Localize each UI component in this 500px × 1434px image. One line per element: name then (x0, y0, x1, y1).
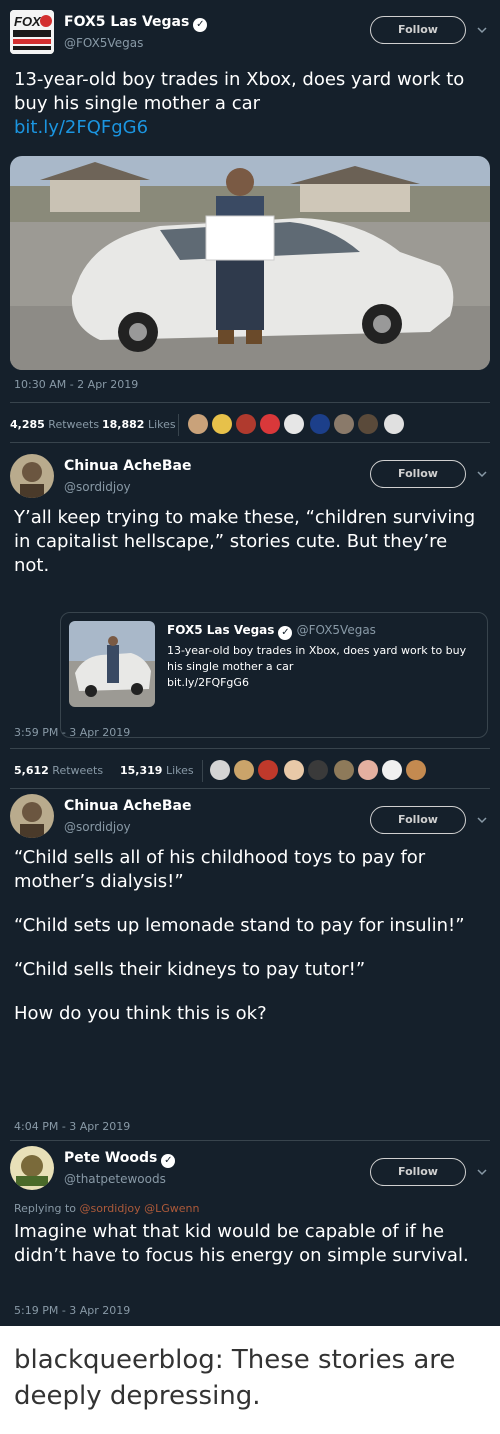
chevron-down-icon[interactable] (476, 814, 490, 828)
follow-button[interactable]: Follow (370, 1158, 466, 1186)
tweet-text: “Child sells all of his childhood toys t… (14, 846, 488, 1026)
avatar[interactable] (210, 760, 230, 780)
quoted-author: FOX5 Las Vegas ✓ @FOX5Vegas (167, 623, 376, 640)
tweet-pete-woods: Pete Woods ✓ @thatpetewoods Follow Replyi… (0, 1146, 500, 1317)
profile-photo-icon (10, 1146, 54, 1190)
tweet-timestamp[interactable]: 4:04 PM - 3 Apr 2019 (14, 1120, 130, 1133)
username[interactable]: @sordidjoy (64, 480, 131, 494)
svg-text:FOX: FOX (14, 14, 42, 29)
tweet-fox5: FOX FOX5 Las Vegas ✓ @FOX5Vegas Follow 13… (0, 10, 500, 440)
display-name[interactable]: Chinua AcheBae (64, 458, 192, 474)
avatar[interactable] (308, 760, 328, 780)
divider (202, 760, 203, 782)
retweet-count[interactable]: 5,612 Retweets (14, 764, 103, 777)
avatar[interactable] (384, 414, 404, 434)
username[interactable]: @FOX5Vegas (64, 36, 143, 50)
tweet-stats: 4,285 Retweets 18,882 Likes (10, 414, 490, 438)
tweet-stats: 5,612 Retweets 15,319 Likes (10, 760, 490, 784)
tweet-text: 13-year-old boy trades in Xbox, does yar… (14, 69, 465, 138)
tweet-header: Chinua AcheBae @sordidjoy Follow (10, 454, 490, 504)
quoted-text: 13-year-old boy trades in Xbox, does yar… (167, 644, 467, 689)
avatar[interactable] (258, 760, 278, 780)
chevron-down-icon[interactable] (476, 468, 490, 482)
avatar[interactable] (358, 414, 378, 434)
tweet-header: Chinua AcheBae @sordidjoy Follow (10, 794, 490, 844)
avatar[interactable] (188, 414, 208, 434)
liker-avatars (188, 414, 488, 436)
avatar[interactable] (10, 794, 54, 838)
reply-mentions[interactable]: @sordidjoy @LGwenn (80, 1202, 200, 1215)
display-name[interactable]: Chinua AcheBae (64, 798, 192, 814)
retweet-count[interactable]: 4,285 Retweets (10, 418, 99, 431)
tweet-paragraph: “Child sells their kidneys to pay tutor!… (14, 959, 366, 980)
tweet-link[interactable]: bit.ly/2FQFgG6 (14, 117, 148, 138)
fox5-logo-icon: FOX (10, 10, 54, 54)
avatar[interactable] (358, 760, 378, 780)
tweet-chinua-1: Chinua AcheBae @sordidjoy Follow Y’all k… (0, 454, 500, 754)
tweet-text: Y’all keep trying to make these, “childr… (14, 507, 476, 576)
like-count[interactable]: 18,882 Likes (102, 418, 176, 431)
tweet-timestamp[interactable]: 3:59 PM - 3 Apr 2019 (14, 726, 130, 739)
avatar[interactable] (284, 760, 304, 780)
avatar[interactable] (10, 1146, 54, 1190)
follow-button[interactable]: Follow (370, 16, 466, 44)
car-photo-image (10, 156, 490, 370)
avatar[interactable] (284, 414, 304, 434)
tweet-chinua-2: Chinua AcheBae @sordidjoy Follow “Child … (0, 794, 500, 1134)
avatar[interactable] (10, 454, 54, 498)
profile-photo-icon (10, 454, 54, 498)
tweet-timestamp[interactable]: 5:19 PM - 3 Apr 2019 (14, 1304, 130, 1317)
tweet-photo[interactable] (10, 156, 490, 370)
divider (10, 788, 490, 789)
divider (10, 748, 490, 749)
avatar[interactable] (382, 760, 402, 780)
chevron-down-icon[interactable] (476, 1166, 490, 1180)
username[interactable]: @thatpetewoods (64, 1172, 166, 1186)
avatar[interactable] (234, 760, 254, 780)
verified-badge-icon: ✓ (161, 1154, 176, 1168)
like-count[interactable]: 15,319 Likes (120, 764, 194, 777)
display-name[interactable]: Pete Woods ✓ (64, 1150, 176, 1168)
tweet-text: Imagine what that kid would be capable o… (14, 1221, 469, 1266)
verified-badge-icon: ✓ (193, 18, 208, 32)
follow-button[interactable]: Follow (370, 460, 466, 488)
quoted-tweet[interactable]: FOX5 Las Vegas ✓ @FOX5Vegas 13-year-old b… (60, 612, 488, 738)
verified-badge-icon: ✓ (278, 626, 293, 640)
follow-button[interactable]: Follow (370, 806, 466, 834)
tweet-paragraph: How do you think this is ok? (14, 1003, 267, 1024)
avatar[interactable] (212, 414, 232, 434)
tweet-paragraph: “Child sells all of his childhood toys t… (14, 847, 426, 892)
username[interactable]: @sordidjoy (64, 820, 131, 834)
display-name[interactable]: FOX5 Las Vegas ✓ (64, 14, 208, 32)
chevron-down-icon[interactable] (476, 24, 490, 38)
avatar[interactable] (406, 760, 426, 780)
post-caption: blackqueerblog: These stories are deeply… (14, 1345, 456, 1411)
quoted-tweet-image (69, 621, 155, 707)
divider (10, 402, 490, 403)
avatar[interactable] (334, 414, 354, 434)
divider (178, 414, 179, 436)
tweet-timestamp[interactable]: 10:30 AM - 2 Apr 2019 (14, 378, 138, 391)
avatar[interactable] (236, 414, 256, 434)
avatar[interactable] (260, 414, 280, 434)
avatar[interactable]: FOX (10, 10, 54, 54)
profile-photo-icon (10, 794, 54, 838)
twitter-thread: FOX FOX5 Las Vegas ✓ @FOX5Vegas Follow 13… (0, 0, 500, 1326)
avatar[interactable] (334, 760, 354, 780)
liker-avatars (210, 760, 490, 782)
tweet-paragraph: “Child sets up lemonade stand to pay for… (14, 915, 465, 936)
replying-to: Replying to @sordidjoy @LGwenn (14, 1202, 200, 1215)
divider (10, 1140, 490, 1141)
tweet-header: Pete Woods ✓ @thatpetewoods Follow (10, 1146, 490, 1196)
avatar[interactable] (310, 414, 330, 434)
divider (10, 442, 490, 443)
tweet-header: FOX FOX5 Las Vegas ✓ @FOX5Vegas Follow (10, 10, 490, 60)
